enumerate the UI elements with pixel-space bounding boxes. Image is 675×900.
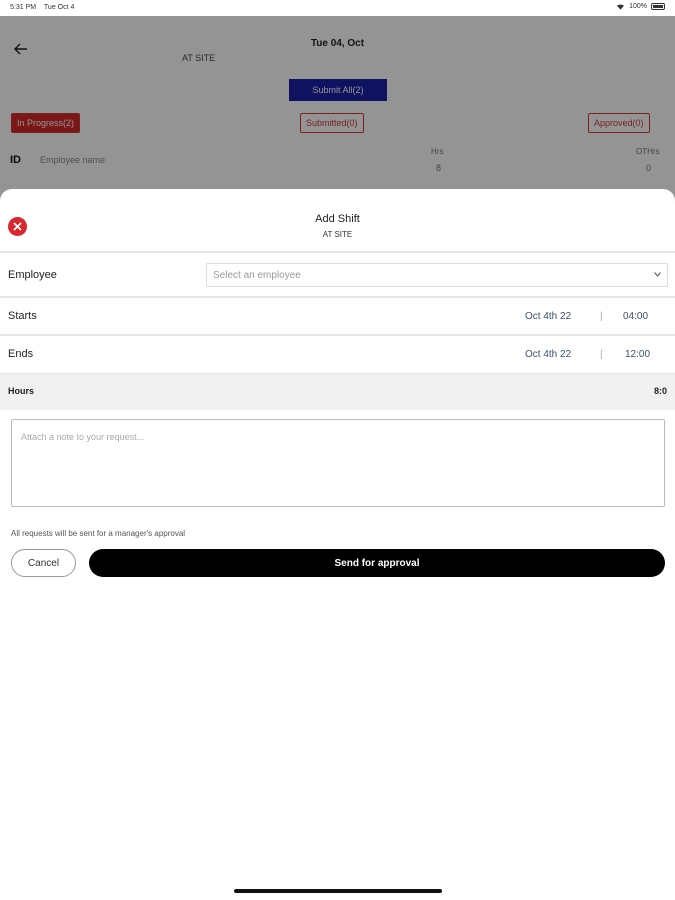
status-date: Tue Oct 4 (43, 4, 75, 11)
employee-select[interactable]: Select an employee (206, 263, 668, 287)
chevron-down-icon (654, 269, 661, 279)
wifi-icon (617, 4, 625, 10)
starts-time[interactable]: 04:00 (623, 311, 648, 322)
approval-disclaimer: All requests will be sent for a manager'… (11, 529, 186, 538)
divider (0, 334, 675, 336)
ends-date[interactable]: Oct 4th 22 (525, 349, 571, 360)
starts-label: Starts (8, 310, 37, 322)
status-time: 5:31 PM (10, 4, 37, 11)
cancel-button[interactable]: Cancel (11, 549, 76, 577)
hours-bar: Hours 8:0 (0, 374, 675, 410)
starts-separator: | (600, 311, 603, 322)
divider (0, 296, 675, 298)
employee-label: Employee (8, 269, 57, 281)
divider (0, 251, 675, 253)
hours-label: Hours (8, 386, 35, 396)
note-input[interactable] (11, 419, 665, 507)
hours-value: 8:0 (653, 386, 667, 396)
status-right: 100% (616, 3, 665, 10)
employee-select-placeholder: Select an employee (213, 269, 301, 281)
sheet-title: Add Shift (315, 213, 360, 225)
battery-icon (651, 3, 665, 10)
status-left: 5:31 PM Tue Oct 4 (10, 4, 80, 11)
ends-label: Ends (8, 348, 34, 360)
send-for-approval-button[interactable]: Send for approval (89, 549, 665, 577)
battery-percent: 100% (629, 3, 647, 10)
starts-date[interactable]: Oct 4th 22 (525, 311, 571, 322)
ends-time[interactable]: 12:00 (625, 349, 650, 360)
home-indicator[interactable] (234, 889, 442, 893)
sheet-subtitle: AT SITE (322, 230, 353, 239)
add-shift-sheet: Add Shift AT SITE Employee Select an emp… (0, 189, 675, 900)
ends-separator: | (600, 349, 603, 360)
status-bar: 5:31 PM Tue Oct 4 100% (0, 0, 675, 16)
